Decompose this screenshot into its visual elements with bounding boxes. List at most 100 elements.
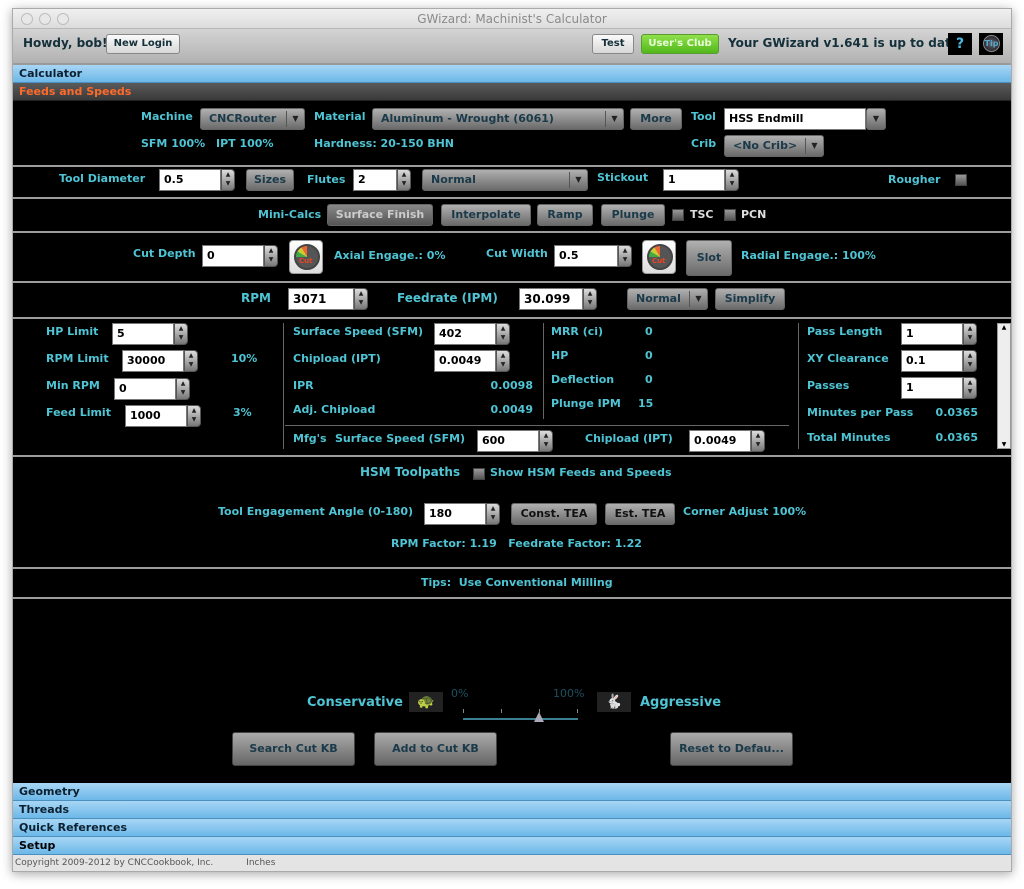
header-setup[interactable]: Setup xyxy=(13,837,1011,855)
machine-section: Machine CNCRouter ▼ Material Aluminum - W… xyxy=(13,101,1011,167)
header-quick-references[interactable]: Quick References xyxy=(13,819,1011,837)
tip-button[interactable]: Tip xyxy=(979,33,1003,55)
tea-stepper[interactable]: ▲ ▼ xyxy=(486,503,500,525)
feedrate-input[interactable]: 30.099 xyxy=(519,288,583,310)
xy-clearance-input[interactable]: 0.1 xyxy=(901,350,963,372)
simplify-button[interactable]: Simplify xyxy=(715,288,785,310)
test-button[interactable]: Test xyxy=(592,34,634,54)
pcn-checkbox[interactable] xyxy=(724,209,736,221)
divider xyxy=(285,425,789,426)
aggressiveness-slider[interactable] xyxy=(463,709,578,723)
status-bar: Copyright 2009-2012 by CNCCookbook, Inc.… xyxy=(13,855,1011,871)
rabbit-icon: 🐇 xyxy=(597,692,631,712)
pass-length-input[interactable]: 1 xyxy=(901,323,963,345)
feed-limit-stepper[interactable]: ▲ ▼ xyxy=(187,405,201,427)
axial-cut-gauge-button[interactable]: Cut xyxy=(289,240,323,274)
chipload-stepper[interactable]: ▲ ▼ xyxy=(496,350,510,372)
header-feeds-and-speeds[interactable]: Feeds and Speeds xyxy=(13,83,1011,101)
xy-clearance-stepper[interactable]: ▲ ▼ xyxy=(963,350,977,372)
pass-length-stepper[interactable]: ▲ ▼ xyxy=(963,323,977,345)
tea-input[interactable]: 180 xyxy=(424,503,486,525)
tool-diameter-input[interactable]: 0.5 xyxy=(159,169,221,191)
material-select[interactable]: Aluminum - Wrought (6061) ▼ xyxy=(372,108,624,130)
hp-limit-stepper[interactable]: ▲ ▼ xyxy=(174,323,188,345)
mfg-surface-speed-label: Surface Speed (SFM) xyxy=(335,432,466,445)
rpm-stepper[interactable]: ▲ ▼ xyxy=(354,288,368,310)
tool-type-select[interactable]: Normal ▼ xyxy=(422,169,588,191)
ramp-button[interactable]: Ramp xyxy=(537,204,593,226)
min-rpm-input[interactable]: 0 xyxy=(114,378,176,400)
header-threads[interactable]: Threads xyxy=(13,801,1011,819)
close-window-button[interactable] xyxy=(21,13,33,25)
reset-to-defaults-button[interactable]: Reset to Defau... xyxy=(670,732,793,766)
stickout-input[interactable]: 1 xyxy=(663,169,725,191)
machine-select[interactable]: CNCRouter ▼ xyxy=(200,108,305,130)
tool-diameter-stepper[interactable]: ▲ ▼ xyxy=(221,169,235,191)
radial-cut-gauge-button[interactable]: Cut xyxy=(642,240,676,274)
cut-depth-input[interactable]: 0 xyxy=(202,245,264,267)
search-cut-kb-button[interactable]: Search Cut KB xyxy=(232,732,355,766)
more-button[interactable]: More xyxy=(630,108,682,130)
mfg-surface-speed-input[interactable]: 600 xyxy=(477,430,539,452)
crib-value: <No Crib> xyxy=(733,139,798,152)
mfg-chipload-stepper[interactable]: ▲ ▼ xyxy=(751,430,765,452)
rpm-limit-input[interactable]: 30000 xyxy=(122,350,184,372)
passes-input[interactable]: 1 xyxy=(901,377,963,399)
cut-depth-stepper[interactable]: ▲ ▼ xyxy=(264,245,278,267)
slot-button[interactable]: Slot xyxy=(686,240,732,276)
tool-section: Tool Diameter 0.5 ▲ ▼ Sizes Flutes 2 ▲ ▼ N… xyxy=(13,167,1011,199)
show-hsm-checkbox[interactable] xyxy=(473,468,485,480)
hp-limit-input[interactable]: 5 xyxy=(112,323,174,345)
scroll-down-icon[interactable]: ▼ xyxy=(998,441,1010,448)
mfg-surface-speed-stepper[interactable]: ▲ ▼ xyxy=(539,430,553,452)
cut-width-input[interactable]: 0.5 xyxy=(554,245,618,267)
crib-select[interactable]: <No Crib> ▼ xyxy=(724,135,824,157)
header-geometry[interactable]: Geometry xyxy=(13,783,1011,801)
header-calculator[interactable]: Calculator xyxy=(13,65,1011,83)
feed-limit-input[interactable]: 1000 xyxy=(125,405,187,427)
help-button[interactable]: ? xyxy=(948,33,972,55)
slider-tick xyxy=(577,709,578,713)
machine-value: CNCRouter xyxy=(209,112,277,125)
interpolate-button[interactable]: Interpolate xyxy=(441,204,531,226)
passes-stepper[interactable]: ▲ ▼ xyxy=(963,377,977,399)
chipload-input[interactable]: 0.0049 xyxy=(434,350,496,372)
min-rpm-stepper[interactable]: ▲ ▼ xyxy=(176,378,190,400)
minimize-window-button[interactable] xyxy=(39,13,51,25)
est-tea-button[interactable]: Est. TEA xyxy=(605,503,675,525)
tool-type-value: Normal xyxy=(431,173,476,186)
rpm-mode-select[interactable]: Normal ▼ xyxy=(627,288,708,310)
users-club-button[interactable]: User's Club xyxy=(641,34,719,54)
feedrate-stepper[interactable]: ▲ ▼ xyxy=(583,288,597,310)
sizes-button[interactable]: Sizes xyxy=(246,169,294,191)
add-to-cut-kb-button[interactable]: Add to Cut KB xyxy=(374,732,497,766)
new-login-button[interactable]: New Login xyxy=(106,34,180,54)
flutes-label: Flutes xyxy=(307,173,346,186)
tool-input[interactable]: HSS Endmill xyxy=(724,108,866,130)
stickout-stepper[interactable]: ▲ ▼ xyxy=(725,169,739,191)
rpm-limit-label: RPM Limit xyxy=(46,352,109,365)
cut-width-stepper[interactable]: ▲ ▼ xyxy=(618,245,632,267)
cut-depth-label: Cut Depth xyxy=(133,247,196,260)
const-tea-button[interactable]: Const. TEA xyxy=(511,503,597,525)
rougher-checkbox[interactable] xyxy=(955,174,967,186)
hsm-section: HSM Toolpaths Show HSM Feeds and Speeds … xyxy=(13,457,1011,569)
mfg-chipload-input[interactable]: 0.0049 xyxy=(689,430,751,452)
plunge-button[interactable]: Plunge xyxy=(601,204,665,226)
surface-speed-input[interactable]: 402 xyxy=(434,323,496,345)
tsc-checkbox[interactable] xyxy=(672,209,684,221)
flutes-stepper[interactable]: ▲ ▼ xyxy=(397,169,411,191)
tool-dropdown[interactable]: ▼ xyxy=(866,108,886,130)
hp-value: 0 xyxy=(645,349,653,362)
surface-speed-stepper[interactable]: ▲ ▼ xyxy=(496,323,510,345)
flutes-input[interactable]: 2 xyxy=(353,169,397,191)
rpm-limit-stepper[interactable]: ▲ ▼ xyxy=(184,350,198,372)
surface-finish-button[interactable]: Surface Finish xyxy=(327,204,433,226)
hardness: Hardness: 20-150 BHN xyxy=(314,137,455,150)
plunge-ipm-label: Plunge IPM xyxy=(551,397,621,410)
details-scrollbar[interactable]: ▲ ▼ xyxy=(997,323,1011,449)
scroll-up-icon[interactable]: ▲ xyxy=(998,324,1010,331)
rpm-input[interactable]: 3071 xyxy=(288,288,354,310)
slider-knob[interactable] xyxy=(533,712,544,722)
zoom-window-button[interactable] xyxy=(57,13,69,25)
